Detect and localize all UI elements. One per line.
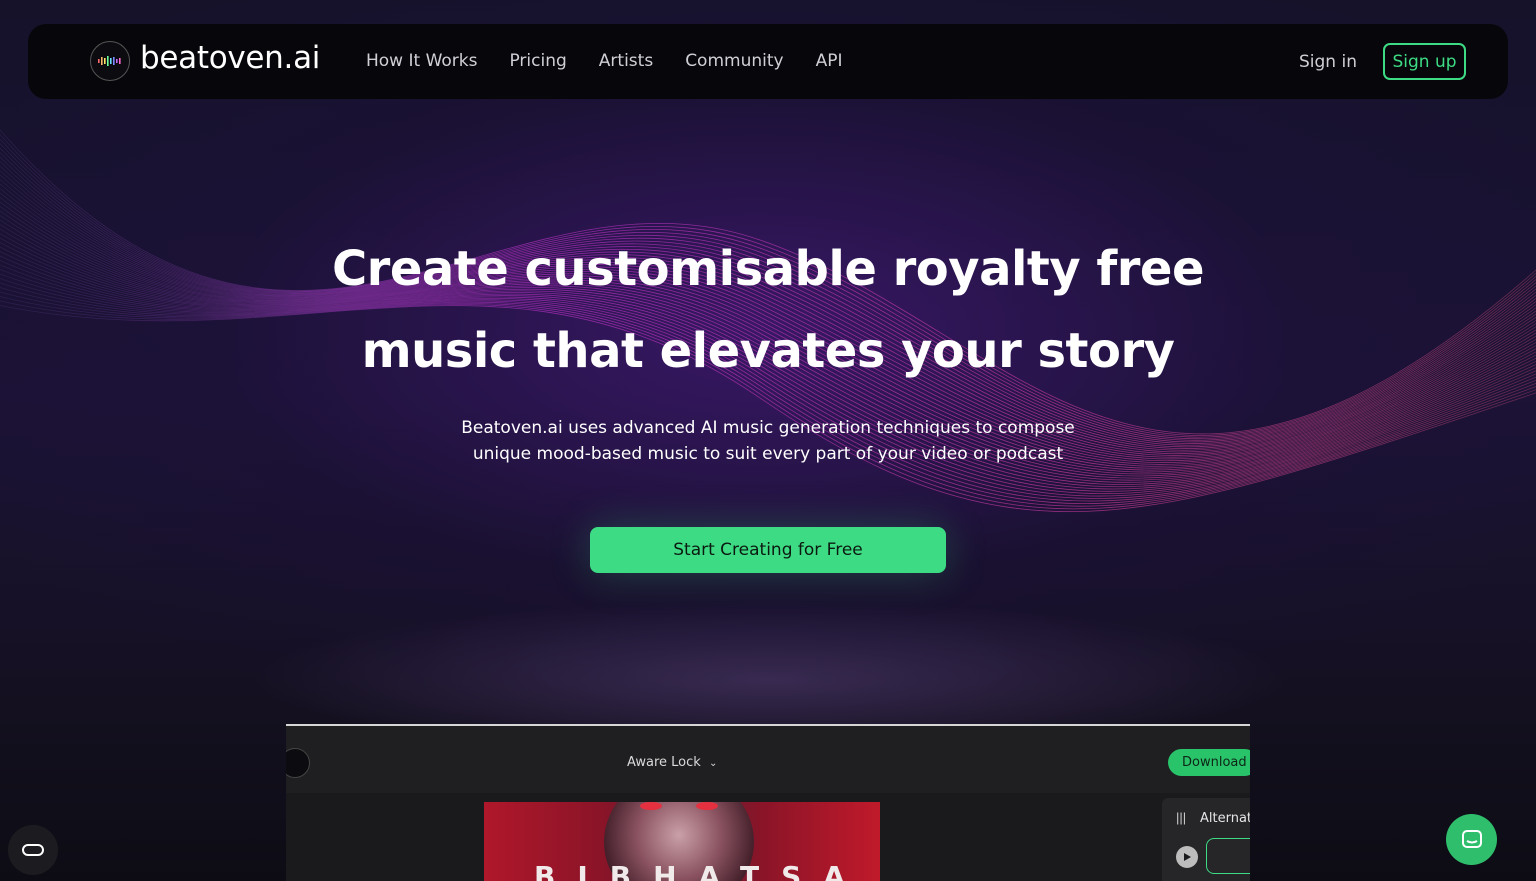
hero-headline-line1: Create customisable royalty free — [331, 241, 1205, 297]
track-waveform[interactable] — [1206, 838, 1250, 874]
brand-name[interactable]: beatoven.ai — [140, 40, 320, 76]
top-navbar: beatoven.ai How It Works Pricing Artists… — [28, 24, 1508, 99]
play-icon[interactable] — [1176, 846, 1198, 868]
preview-side-panel: ||| Alternate — [1162, 798, 1250, 881]
nav-link-how-it-works[interactable]: How It Works — [366, 51, 477, 71]
preview-track-title-text: Aware Lock — [627, 755, 701, 770]
start-creating-button[interactable]: Start Creating for Free — [590, 527, 946, 573]
nav-link-artists[interactable]: Artists — [599, 51, 653, 71]
waveform-logo-icon[interactable] — [90, 41, 130, 81]
preview-track-title[interactable]: Aware Lock ⌄ — [627, 755, 717, 770]
sign-in-link[interactable]: Sign in — [1299, 52, 1357, 72]
chevron-down-icon: ⌄ — [708, 758, 718, 769]
nav-link-pricing[interactable]: Pricing — [509, 51, 566, 71]
nav-link-community[interactable]: Community — [685, 51, 783, 71]
hero-headline-line2: music that elevates your story — [361, 323, 1175, 379]
nav-link-api[interactable]: API — [816, 51, 843, 71]
cover-title: BIBHATSA — [534, 860, 867, 881]
hero-subtitle: Beatoven.ai uses advanced AI music gener… — [461, 418, 1075, 464]
nav-links: How It Works Pricing Artists Community A… — [366, 51, 874, 71]
chat-icon[interactable] — [1446, 814, 1497, 865]
preview-toolbar — [286, 726, 1250, 793]
waveform-icon: ||| — [1176, 810, 1187, 825]
alternate-label: Alternate — [1200, 811, 1250, 826]
hero-headline: Create customisable royalty free music t… — [168, 228, 1368, 392]
app-preview: Aware Lock ⌄ Download BIBHATSA ||| Alter… — [286, 724, 1250, 881]
preview-album-cover: BIBHATSA — [484, 802, 880, 881]
preview-download-button[interactable]: Download — [1168, 749, 1250, 776]
accessibility-icon[interactable] — [8, 825, 58, 875]
sign-up-button[interactable]: Sign up — [1383, 43, 1466, 80]
